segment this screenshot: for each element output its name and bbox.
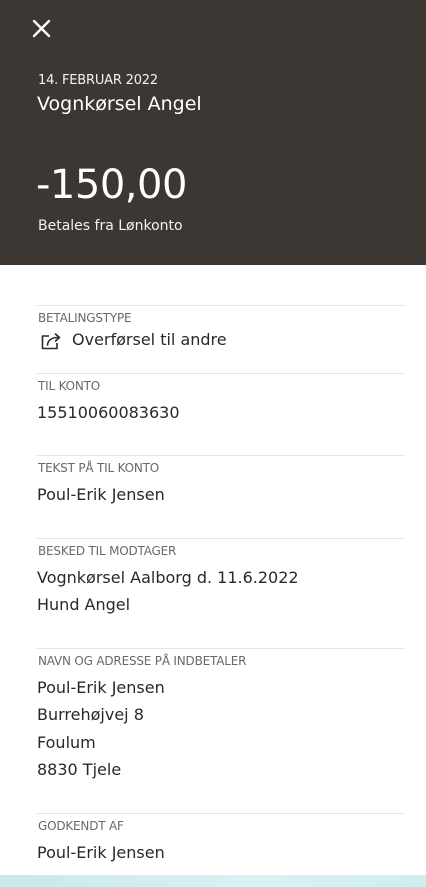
transaction-title: Vognkørsel Angel xyxy=(37,93,202,115)
to-account-value: 15510060083630 xyxy=(37,403,180,422)
payment-type-section: BETALINGSTYPE Overførsel til andre xyxy=(37,305,405,374)
payer-postcode: 8830 Tjele xyxy=(37,760,122,779)
account-text-section: TEKST PÅ TIL KONTO Poul-Erik Jensen xyxy=(37,455,405,539)
payment-type-label: BETALINGSTYPE xyxy=(38,311,132,325)
payer-street: Burrehøjvej 8 xyxy=(37,705,144,724)
transaction-amount: -150,00 xyxy=(36,162,187,208)
payment-type-value: Overførsel til andre xyxy=(72,330,227,349)
payer-city: Foulum xyxy=(37,733,96,752)
source-account: Betales fra Lønkonto xyxy=(38,218,183,234)
message-line: Hund Angel xyxy=(37,595,131,614)
account-text-value: Poul-Erik Jensen xyxy=(37,485,165,504)
transaction-date: 14. FEBRUAR 2022 xyxy=(38,73,158,88)
message-label: BESKED TIL MODTAGER xyxy=(38,544,177,558)
transaction-header: 14. FEBRUAR 2022 Vognkørsel Angel -150,0… xyxy=(0,0,426,265)
bottom-bar xyxy=(0,875,426,887)
approved-by-value: Poul-Erik Jensen xyxy=(37,843,165,862)
transfer-icon xyxy=(40,331,64,351)
approved-by-section: GODKENDT AF Poul-Erik Jensen xyxy=(37,813,405,876)
payer-section: NAVN OG ADRESSE PÅ INDBETALER Poul-Erik … xyxy=(37,648,405,814)
payer-name: Poul-Erik Jensen xyxy=(37,678,165,697)
account-text-label: TEKST PÅ TIL KONTO xyxy=(38,461,159,475)
close-button[interactable] xyxy=(29,16,55,42)
approved-by-label: GODKENDT AF xyxy=(38,819,124,833)
close-icon xyxy=(32,19,51,38)
to-account-label: TIL KONTO xyxy=(38,379,100,393)
message-section: BESKED TIL MODTAGER Vognkørsel Aalborg d… xyxy=(37,538,405,649)
payer-label: NAVN OG ADRESSE PÅ INDBETALER xyxy=(38,654,247,668)
message-line: Vognkørsel Aalborg d. 11.6.2022 xyxy=(37,568,299,587)
to-account-section: TIL KONTO 15510060083630 xyxy=(37,373,405,456)
